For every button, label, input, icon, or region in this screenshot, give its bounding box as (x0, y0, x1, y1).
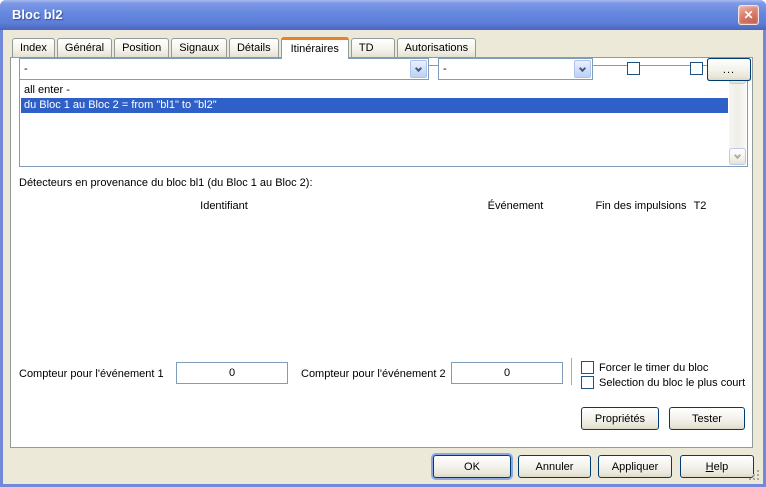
fin-impulsions-checkbox[interactable] (627, 62, 640, 75)
proprietes-button[interactable]: Propriétés (581, 407, 659, 430)
tab-bar: Index Général Position Signaux Détails I… (12, 36, 478, 58)
help-button[interactable]: Help (680, 455, 754, 478)
close-button[interactable]: ✕ (738, 5, 759, 25)
appliquer-button[interactable]: Appliquer (598, 455, 672, 478)
vertical-divider (571, 358, 572, 385)
chevron-down-icon (579, 64, 586, 71)
dialog-body: Index Général Position Signaux Détails I… (3, 30, 763, 484)
dialog-window: Bloc bl2 ✕ Index Général Position Signau… (0, 0, 766, 487)
counter-1-input[interactable] (176, 362, 288, 384)
resize-grip[interactable] (749, 470, 760, 481)
more-button[interactable]: ... (707, 58, 751, 81)
detectors-label: Détecteurs en provenance du bloc bl1 (du… (19, 177, 313, 189)
column-header-identifiant: Identifiant (19, 200, 429, 212)
shortest-block-checkbox[interactable] (581, 376, 594, 389)
tab-index[interactable]: Index (12, 38, 55, 57)
combo-dropdown-button[interactable] (574, 60, 591, 78)
list-item-selected[interactable]: du Bloc 1 au Bloc 2 = from "bl1" to "bl2… (21, 98, 728, 113)
detector-row: - - ... (11, 58, 752, 82)
scroll-down-button[interactable] (729, 148, 746, 165)
t2-checkbox[interactable] (690, 62, 703, 75)
tab-itineraires[interactable]: Itinéraires (281, 37, 349, 59)
tab-general[interactable]: Général (57, 38, 112, 57)
chevron-down-icon (415, 64, 422, 71)
tab-autorisations[interactable]: Autorisations (397, 38, 477, 57)
tab-position[interactable]: Position (114, 38, 169, 57)
force-timer-label: Forcer le timer du bloc (599, 362, 708, 374)
list-item[interactable]: all enter - (21, 83, 728, 98)
column-header-evenement: Événement (438, 200, 593, 212)
counter-2-label: Compteur pour l'événement 2 (301, 368, 446, 380)
column-header-t2: T2 (675, 200, 725, 212)
shortest-block-label: Selection du bloc le plus court (599, 377, 745, 389)
close-icon: ✕ (743, 8, 753, 22)
evenement-combo[interactable]: - (438, 58, 593, 80)
tab-details[interactable]: Détails (229, 38, 279, 57)
annuler-button[interactable]: Annuler (518, 455, 591, 478)
titlebar[interactable]: Bloc bl2 ✕ (0, 0, 766, 30)
tab-td[interactable]: TD (351, 38, 395, 57)
chevron-down-icon (734, 152, 741, 159)
window-title: Bloc bl2 (12, 7, 63, 22)
counter-2-input[interactable] (451, 362, 563, 384)
ok-button[interactable]: OK (433, 455, 511, 478)
tab-signaux[interactable]: Signaux (171, 38, 227, 57)
force-timer-checkbox[interactable] (581, 361, 594, 374)
combo-dropdown-button[interactable] (410, 60, 427, 78)
tab-page-itineraires: all enter + all enter - du Bloc 1 au Blo… (10, 57, 753, 448)
tester-button[interactable]: Tester (669, 407, 745, 430)
counter-1-label: Compteur pour l'événement 1 (19, 368, 164, 380)
identifiant-combo[interactable]: - (19, 58, 429, 80)
